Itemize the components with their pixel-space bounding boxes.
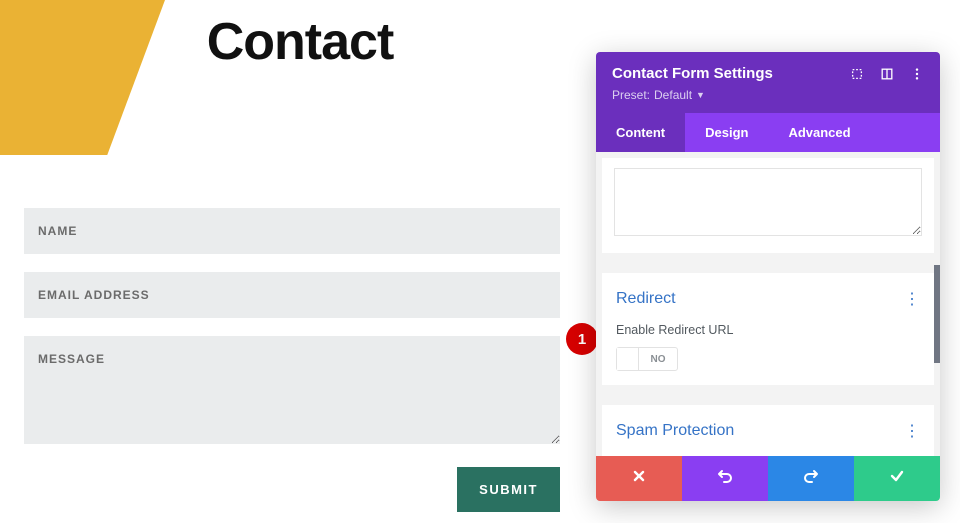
undo-icon xyxy=(717,468,733,489)
preset-prefix: Preset: xyxy=(612,88,650,102)
cancel-button[interactable] xyxy=(596,456,682,501)
spam-service-label: Use A Spam Protection Service xyxy=(616,455,920,456)
tab-content[interactable]: Content xyxy=(596,113,685,152)
toggle-knob xyxy=(617,348,639,370)
success-message-textarea[interactable] xyxy=(614,168,922,236)
snap-icon[interactable] xyxy=(880,67,894,81)
panel-header: Contact Form Settings Preset: Default ▼ xyxy=(596,52,940,113)
submit-button[interactable]: SUBMIT xyxy=(457,467,560,512)
spam-section-menu-icon[interactable]: ⋮ xyxy=(904,421,920,441)
redirect-section-title: Redirect xyxy=(616,290,904,308)
name-input[interactable] xyxy=(24,208,560,254)
tab-design[interactable]: Design xyxy=(685,113,768,152)
preset-selector[interactable]: Preset: Default ▼ xyxy=(612,88,924,102)
panel-body[interactable]: Redirect ⋮ Enable Redirect URL NO Spam P… xyxy=(596,152,940,456)
settings-panel: Contact Form Settings Preset: Default ▼ … xyxy=(596,52,940,501)
contact-form: SUBMIT xyxy=(24,208,560,512)
message-settings-block xyxy=(602,158,934,253)
enable-redirect-toggle[interactable]: NO xyxy=(616,347,678,371)
redo-button[interactable] xyxy=(768,456,854,501)
enable-redirect-label: Enable Redirect URL xyxy=(616,323,920,337)
check-icon xyxy=(889,468,905,489)
spam-protection-section: Spam Protection ⋮ Use A Spam Protection … xyxy=(602,405,934,456)
redirect-section-menu-icon[interactable]: ⋮ xyxy=(904,289,920,309)
spam-section-title: Spam Protection xyxy=(616,422,904,440)
chevron-down-icon: ▼ xyxy=(696,90,705,100)
annotation-badge-1: 1 xyxy=(566,323,598,355)
more-icon[interactable] xyxy=(910,67,924,81)
email-input[interactable] xyxy=(24,272,560,318)
page-title: Contact xyxy=(0,12,600,72)
panel-footer xyxy=(596,456,940,501)
toggle-label: NO xyxy=(639,354,677,365)
panel-title: Contact Form Settings xyxy=(612,65,850,82)
tabs: Content Design Advanced xyxy=(596,113,940,152)
undo-button[interactable] xyxy=(682,456,768,501)
confirm-button[interactable] xyxy=(854,456,940,501)
message-input[interactable] xyxy=(24,336,560,444)
redo-icon xyxy=(803,468,819,489)
redirect-section: Redirect ⋮ Enable Redirect URL NO xyxy=(602,273,934,385)
close-icon xyxy=(631,468,647,489)
preset-value: Default xyxy=(654,88,692,102)
scrollbar-thumb[interactable] xyxy=(934,265,940,363)
tab-advanced[interactable]: Advanced xyxy=(768,113,870,152)
expand-icon[interactable] xyxy=(850,67,864,81)
